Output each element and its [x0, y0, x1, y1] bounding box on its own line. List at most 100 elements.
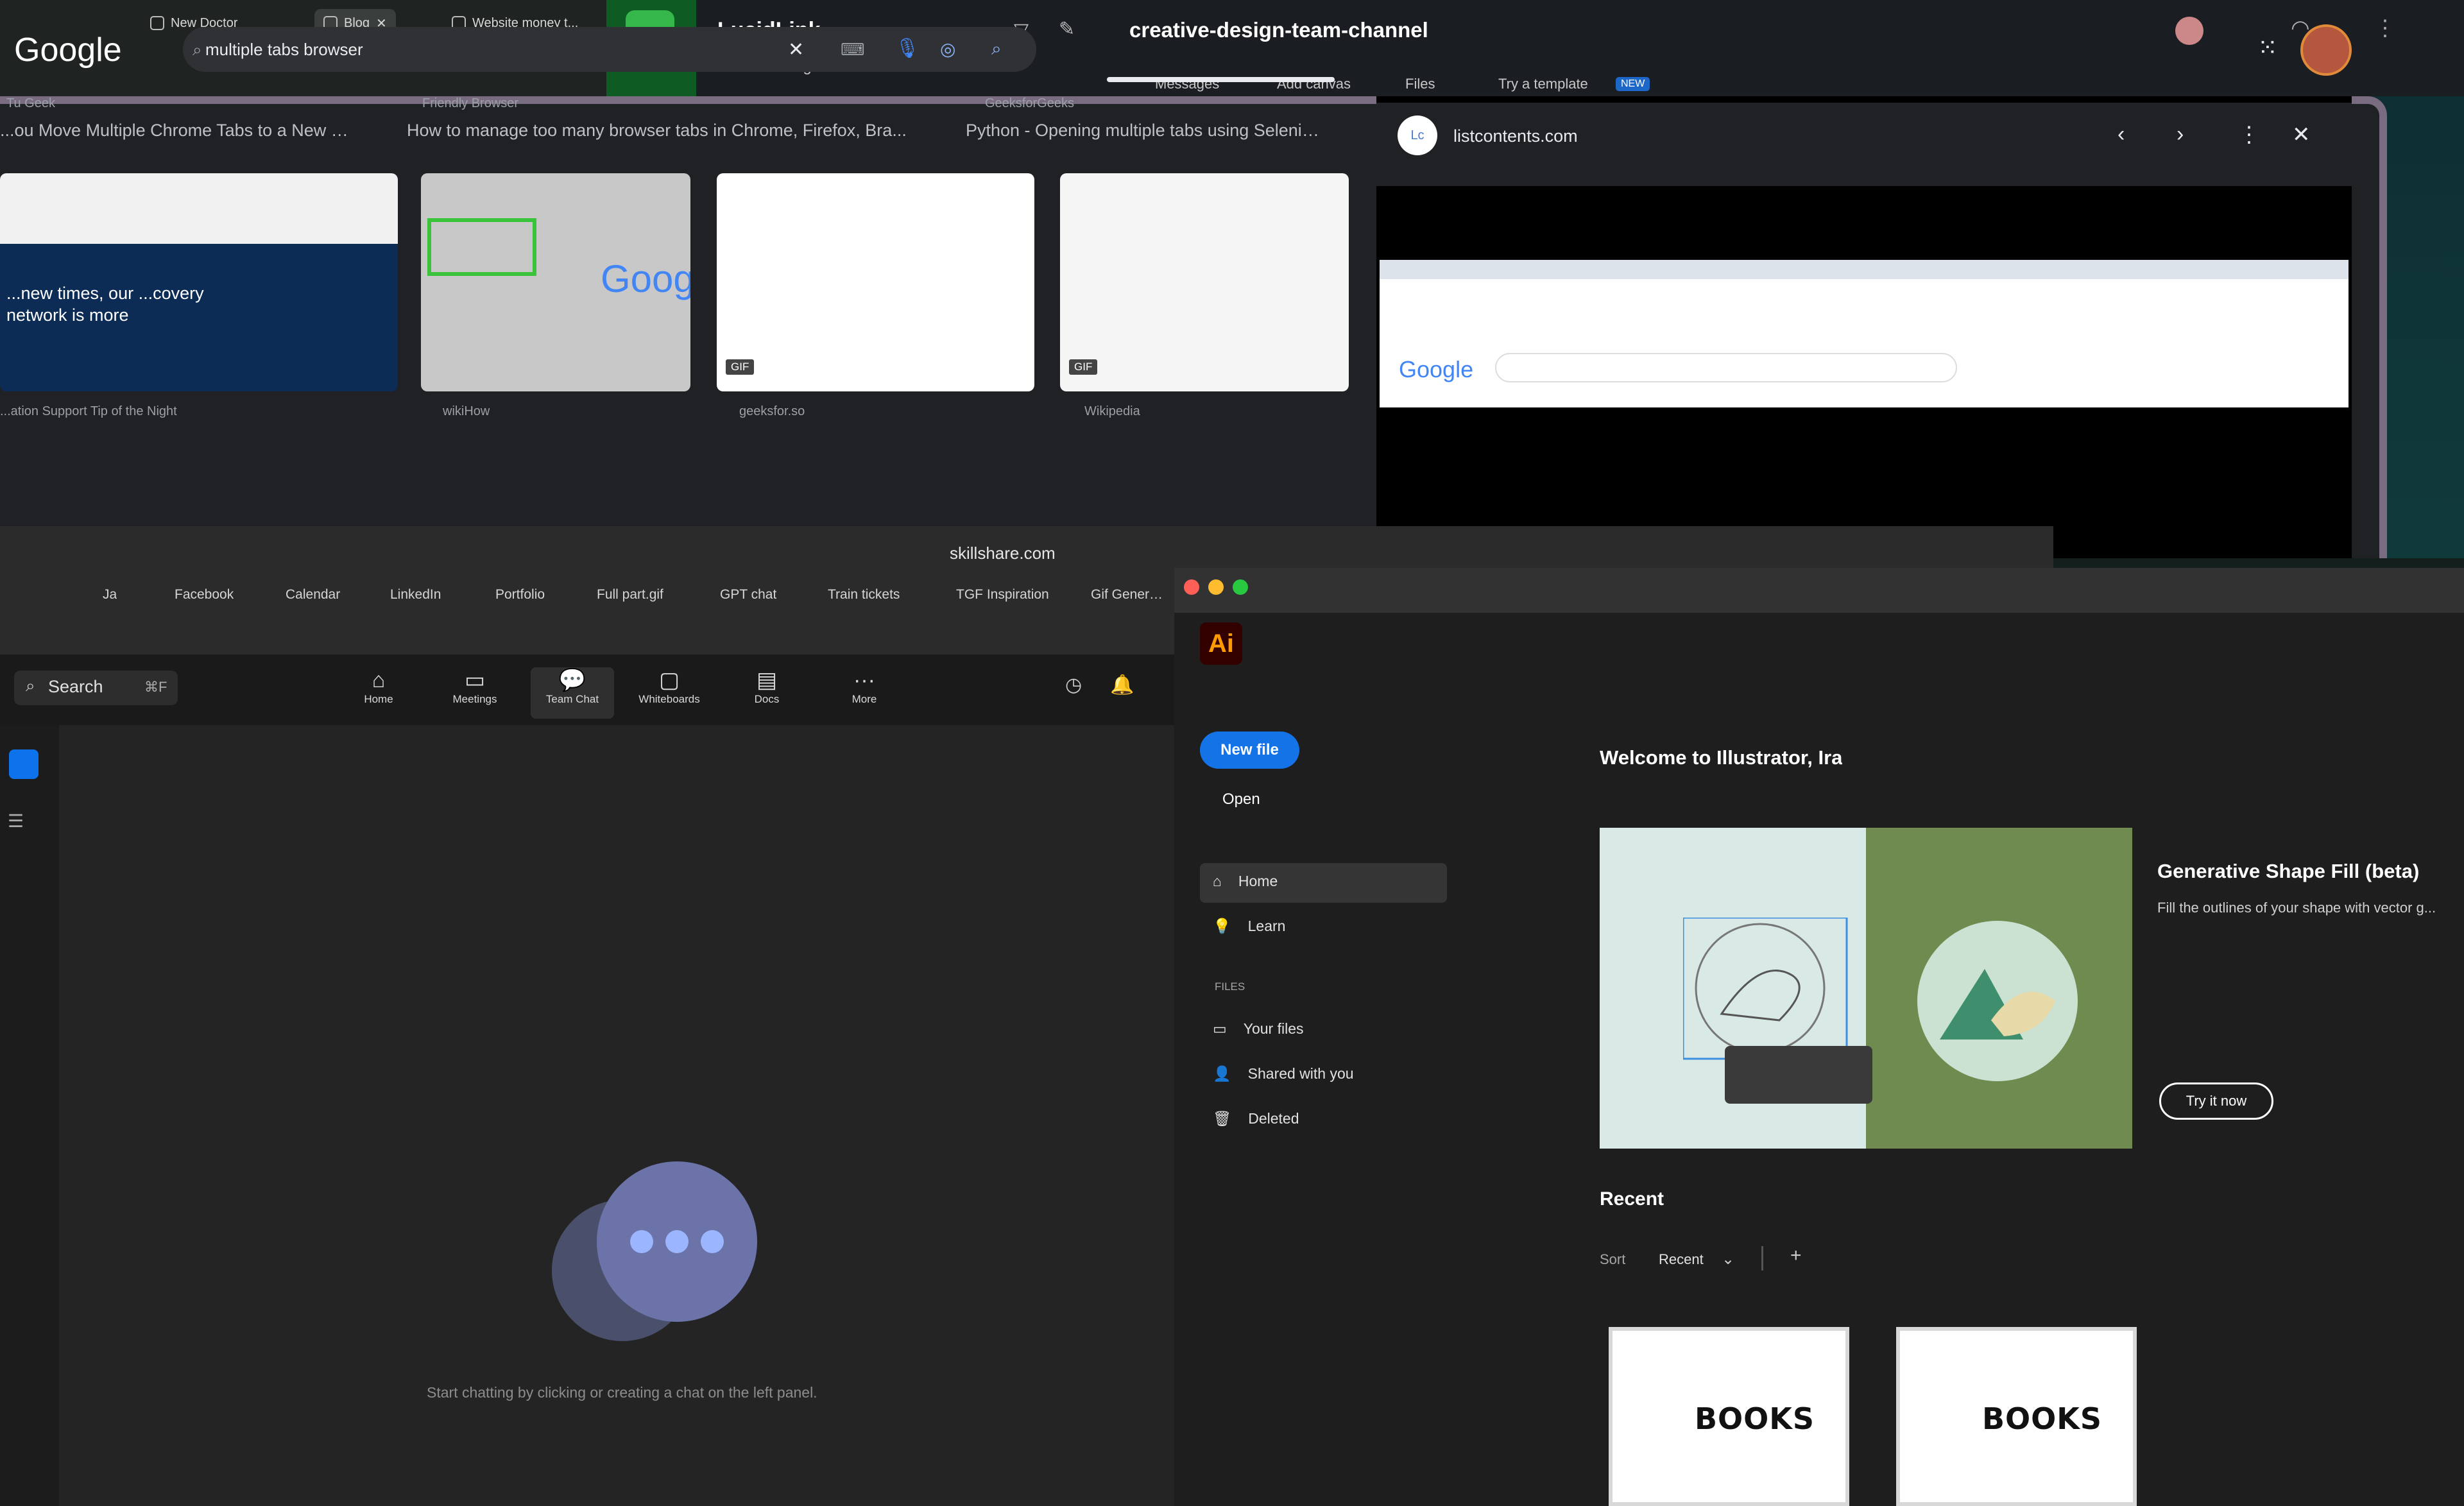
preview-domain[interactable]: listcontents.com — [1453, 126, 1578, 146]
gif-badge: GIF — [726, 359, 755, 375]
nav-item-home[interactable]: ⌂ Home — [1213, 873, 1278, 890]
result-thumbnail[interactable]: ...new times, our ...covery network is m… — [0, 173, 398, 391]
zoom-nav-whiteboards[interactable]: ▢ Whiteboards — [628, 667, 711, 719]
google-logo[interactable]: Google — [14, 31, 122, 69]
home-icon: ⌂ — [372, 668, 386, 692]
zoom-nav-meetings[interactable]: ▭ Meetings — [433, 667, 517, 719]
minimize-window-icon[interactable] — [1208, 579, 1224, 595]
search-submit-icon[interactable]: ⌕ — [991, 39, 1002, 60]
avatar[interactable] — [2175, 17, 2203, 45]
sort-dropdown[interactable]: Recent — [1659, 1251, 1704, 1268]
result-source: GeeksforGeeks — [985, 96, 1074, 110]
thumbnail-caption: wikiHow — [443, 404, 490, 418]
sort-label: Sort — [1600, 1251, 1626, 1267]
preview-google-logo: Google — [1399, 356, 1474, 382]
divider — [1761, 1246, 1763, 1271]
feature-title: Generative Shape Fill (beta) — [2157, 860, 2420, 882]
tab-files[interactable]: Files — [1405, 76, 1435, 92]
learn-icon: 💡 — [1213, 918, 1231, 934]
nav-item-learn[interactable]: 💡 Learn — [1213, 918, 1285, 935]
tab-try-template[interactable]: Try a template — [1498, 76, 1588, 92]
gif-badge: GIF — [1069, 359, 1098, 375]
more-vertical-icon[interactable]: ⋮ — [2374, 15, 2396, 41]
filter-list-icon[interactable]: ☰ — [8, 810, 24, 832]
files-heading: FILES — [1215, 980, 1245, 993]
new-badge: NEW — [1616, 77, 1650, 91]
welcome-heading: Welcome to Illustrator, Ira — [1600, 746, 1843, 769]
channel-title[interactable]: creative-design-team-channel — [1129, 18, 1428, 42]
feature-description: Fill the outlines of your shape with vec… — [2157, 900, 2436, 916]
nav-item-shared[interactable]: 👤 Shared with you — [1213, 1065, 1354, 1082]
recent-file-card[interactable]: BOOKS — [1896, 1327, 2137, 1506]
bookmark-item[interactable]: Full part.gif — [597, 587, 663, 603]
bookmark-item[interactable]: GPT chat — [720, 587, 776, 603]
nav-item-your-files[interactable]: ▭ Your files — [1213, 1020, 1304, 1038]
whiteboards-icon: ▢ — [658, 668, 680, 692]
voice-search-icon[interactable]: 🎙 — [895, 37, 920, 60]
chevron-down-icon[interactable]: ⌄ — [1722, 1250, 1734, 1269]
feature-banner-image[interactable] — [1600, 828, 2132, 1149]
thumbnail-caption: geeksfor.so — [739, 404, 805, 418]
keyboard-icon[interactable]: ⌨ — [841, 40, 865, 60]
illustrator-titlebar — [1174, 568, 2464, 613]
clear-search-icon[interactable]: ✕ — [788, 39, 804, 61]
generated-variations-strip[interactable] — [1725, 1046, 1872, 1104]
recent-file-artwork: BOOKS — [1695, 1401, 1815, 1436]
bookmark-item[interactable]: Ja — [103, 587, 117, 603]
bookmark-item[interactable]: Calendar — [286, 587, 340, 603]
thumbnail-caption: ...ation Support Tip of the Night — [0, 404, 177, 418]
result-title-link[interactable]: Python - Opening multiple tabs using Sel… — [966, 121, 1325, 141]
add-icon[interactable]: + — [1790, 1245, 1802, 1267]
apps-grid-icon[interactable]: ⁙ — [2257, 33, 2278, 62]
bookmark-item[interactable]: Gif Generator — [1091, 587, 1168, 603]
search-label: Search — [48, 677, 103, 696]
previous-icon[interactable]: ‹ — [2118, 122, 2125, 147]
illustrator-logo-icon: Ai — [1200, 622, 1242, 665]
next-icon[interactable]: › — [2177, 122, 2184, 147]
search-shortcut: ⌘F — [144, 679, 167, 695]
search-icon: ⌕ — [26, 676, 35, 695]
thumbnail-text: ...new times, our ...covery network is m… — [6, 284, 204, 325]
zoom-nav-team-chat[interactable]: 💬 Team Chat — [531, 667, 614, 719]
account-avatar[interactable] — [2300, 24, 2352, 76]
bookmark-item[interactable]: Portfolio — [495, 587, 545, 603]
result-thumbnail[interactable]: GIF — [1060, 173, 1349, 391]
bookmark-item[interactable]: Facebook — [175, 587, 234, 603]
close-preview-icon[interactable]: ✕ — [2292, 122, 2311, 148]
history-icon[interactable]: ◷ — [1065, 674, 1082, 696]
zoom-nav-more[interactable]: ··· More — [823, 667, 906, 719]
result-title-link[interactable]: How to manage too many browser tabs in C… — [407, 121, 927, 141]
close-window-icon[interactable] — [1184, 579, 1199, 595]
more-vertical-icon[interactable]: ⋮ — [2238, 122, 2260, 148]
bookmark-item[interactable]: Train tickets — [828, 587, 900, 603]
notifications-icon[interactable]: 🔔 — [1110, 674, 1134, 696]
result-title-link[interactable]: ...ou Move Multiple Chrome Tabs to a New… — [0, 121, 359, 141]
result-thumbnail[interactable]: GIF — [717, 173, 1034, 391]
recent-file-card[interactable]: BOOKS — [1609, 1327, 1849, 1506]
recent-file-artwork: BOOKS — [1982, 1401, 2103, 1436]
docs-icon: ▤ — [756, 668, 778, 692]
lens-icon[interactable]: ◎ — [940, 39, 955, 60]
meetings-icon: ▭ — [464, 668, 486, 692]
compose-chat-icon[interactable] — [9, 749, 38, 779]
try-it-now-button[interactable]: Try it now — [2159, 1082, 2273, 1120]
search-query: multiple tabs browser — [205, 40, 363, 59]
zoom-nav-home[interactable]: ⌂ Home — [337, 667, 420, 719]
zoom-nav-docs[interactable]: ▤ Docs — [725, 667, 809, 719]
open-button[interactable]: Open — [1222, 791, 1260, 809]
compose-icon[interactable]: ✎ — [1059, 18, 1075, 40]
more-icon: ··· — [853, 668, 875, 692]
preview-image[interactable]: Google — [1380, 260, 2348, 407]
nav-item-deleted[interactable]: 🗑 Deleted — [1213, 1110, 1299, 1127]
bookmark-item[interactable]: TGF Inspiration — [956, 587, 1049, 603]
maximize-window-icon[interactable] — [1233, 579, 1248, 595]
file-icon: ▭ — [1213, 1020, 1227, 1037]
tshirt-bird-illustration — [1917, 921, 2078, 1081]
new-file-button[interactable]: New file — [1200, 732, 1299, 769]
bird-outline-illustration — [1683, 918, 1848, 1060]
bookmark-item[interactable]: LinkedIn — [390, 587, 441, 603]
address-bar[interactable]: skillshare.com — [950, 543, 1056, 563]
thumbnail-caption: Wikipedia — [1084, 404, 1140, 418]
result-thumbnail[interactable]: Goog — [421, 173, 690, 391]
trash-icon: 🗑 — [1213, 1110, 1232, 1127]
